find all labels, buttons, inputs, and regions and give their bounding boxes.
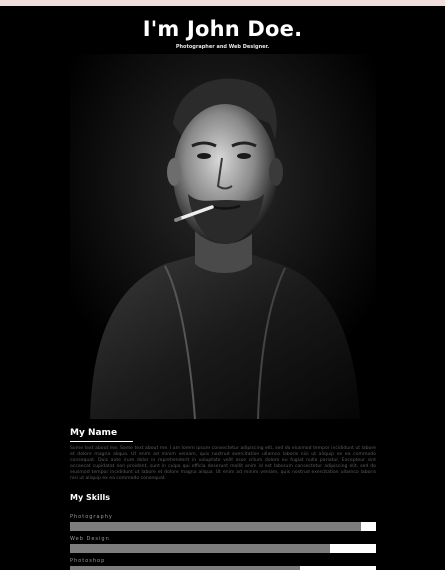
heading-underline bbox=[70, 441, 133, 442]
page-subtitle: Photographer and Web Designer. bbox=[175, 44, 270, 50]
skill-fill-photography bbox=[70, 522, 361, 531]
about-text: Some text about me. Some text about me. … bbox=[70, 446, 376, 482]
skill-label-photoshop: Photoshop bbox=[70, 558, 106, 564]
skill-fill-photoshop bbox=[70, 566, 300, 570]
skill-label-web-design: Web Design bbox=[70, 536, 110, 542]
page-title: I'm John Doe. bbox=[142, 17, 303, 41]
skill-label-photography: Photography bbox=[70, 514, 113, 520]
top-accent-bar bbox=[0, 0, 445, 6]
skill-bar-web-design bbox=[70, 544, 376, 553]
skill-bar-photography bbox=[70, 522, 376, 531]
skills-heading: My Skills bbox=[70, 493, 111, 502]
portrait-photo bbox=[70, 54, 376, 419]
portrait-image bbox=[70, 54, 376, 419]
about-heading: My Name bbox=[70, 428, 118, 438]
skill-bar-photoshop bbox=[70, 566, 376, 570]
skill-fill-web-design bbox=[70, 544, 331, 553]
